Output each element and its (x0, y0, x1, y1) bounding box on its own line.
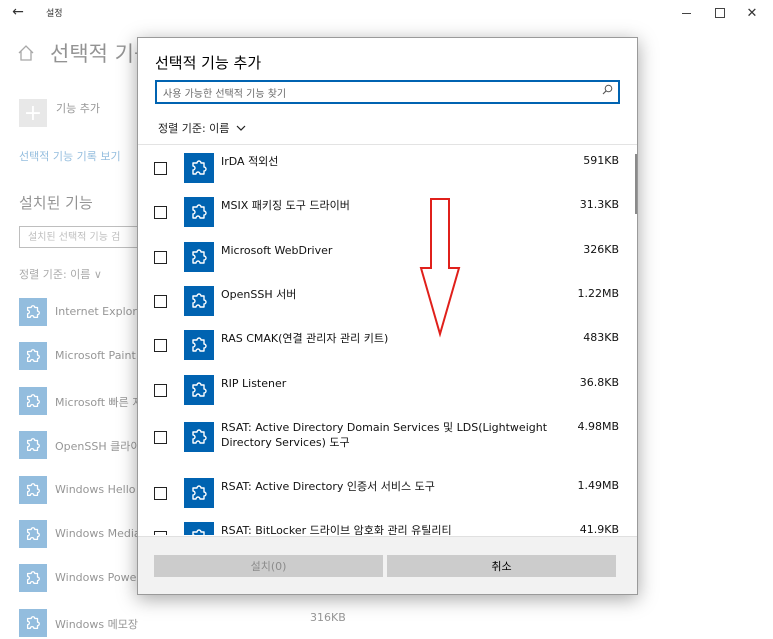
feature-checkbox[interactable] (154, 251, 167, 264)
feature-list-item[interactable]: IrDA 적외선 591KB (138, 153, 637, 185)
feature-list-item[interactable]: MSIX 패키징 도구 드라이버 31.3KB (138, 197, 637, 229)
close-button[interactable]: ✕ (730, 0, 773, 26)
install-button[interactable]: 설치(0) (154, 555, 383, 577)
feature-name: Microsoft WebDriver (221, 244, 333, 257)
feature-checkbox[interactable] (154, 487, 167, 500)
maximize-icon (715, 8, 725, 18)
feature-list[interactable]: IrDA 적외선 591KB MSIX 패키징 도구 드라이버 31.3KB Micro… (138, 144, 637, 535)
puzzle-icon (19, 520, 47, 548)
puzzle-icon (184, 330, 214, 360)
installed-item-label: Windows Hello (55, 482, 136, 496)
feature-size: 483KB (583, 331, 619, 344)
puzzle-icon (19, 298, 47, 326)
installed-list-item[interactable]: Microsoft 빠른 지 (19, 386, 143, 417)
feature-search-box[interactable] (155, 80, 620, 105)
feature-checkbox[interactable] (154, 339, 167, 352)
installed-list-item[interactable]: Microsoft Paint (19, 342, 139, 372)
feature-name: RSAT: Active Directory 인증서 서비스 도구 (221, 480, 435, 493)
installed-list-item[interactable]: OpenSSH 클라이 (19, 431, 141, 461)
installed-list-item[interactable]: Windows 메모장 (19, 608, 139, 639)
feature-list-item[interactable]: RIP Listener 36.8KB (138, 375, 637, 407)
sort-label: 정렬 기준: 이름 (158, 122, 230, 135)
installed-sort-dropdown[interactable]: 정렬 기준: 이름 ∨ (19, 266, 102, 282)
installed-item-label: OpenSSH 클라이 (55, 440, 141, 454)
feature-list-item[interactable]: Microsoft WebDriver 326KB (138, 242, 637, 274)
feature-checkbox[interactable] (154, 162, 167, 175)
puzzle-icon (19, 431, 47, 460)
feature-size: 1.49MB (577, 479, 619, 492)
puzzle-icon (184, 242, 214, 272)
puzzle-icon (184, 522, 214, 535)
feature-checkbox[interactable] (154, 431, 167, 444)
installed-features-heading: 설치된 기능 (19, 194, 93, 212)
feature-size: 591KB (583, 154, 619, 167)
feature-list-item[interactable]: RSAT: Active Directory Domain Services 및… (138, 419, 637, 467)
puzzle-icon (184, 197, 214, 227)
feature-checkbox[interactable] (154, 531, 167, 535)
puzzle-icon (184, 286, 214, 316)
search-icon[interactable] (602, 84, 613, 98)
installed-item-label: Windows Power (55, 571, 141, 585)
dialog-title: 선택적 기능 추가 (155, 54, 262, 72)
feature-name: MSIX 패키징 도구 드라이버 (221, 199, 350, 212)
feature-size: 1.22MB (577, 287, 619, 300)
dialog-footer: 설치(0) 취소 (138, 536, 637, 594)
feature-size: 41.9KB (579, 523, 619, 535)
feature-name: RIP Listener (221, 377, 287, 390)
feature-checkbox[interactable] (154, 384, 167, 397)
chevron-down-icon (233, 125, 246, 135)
feature-size: 4.98MB (577, 420, 619, 433)
puzzle-icon (19, 475, 47, 504)
puzzle-icon (19, 564, 47, 593)
sort-dropdown[interactable]: 정렬 기준: 이름 (158, 120, 246, 136)
installed-item-label: Windows 메모장 (55, 617, 138, 631)
installed-list-item[interactable]: Windows Media (19, 520, 141, 550)
feature-name: RSAT: Active Directory Domain Services 및… (221, 421, 548, 449)
installed-list-item[interactable]: Windows Hello (19, 475, 139, 506)
feature-name: OpenSSH 서버 (221, 288, 297, 301)
feature-size: 36.8KB (579, 376, 619, 389)
puzzle-icon (19, 608, 47, 637)
minimize-icon (681, 12, 691, 14)
feature-name: IrDA 적외선 (221, 155, 279, 168)
back-icon[interactable]: ← (8, 2, 28, 22)
feature-size: 326KB (583, 243, 619, 256)
feature-checkbox[interactable] (154, 206, 167, 219)
installed-item-label: Windows Media (55, 527, 141, 540)
feature-list-item[interactable]: RSAT: BitLocker 드라이브 암호화 관리 유틸리티 41.9KB (138, 522, 637, 535)
feature-list-item[interactable]: RAS CMAK(연결 관리자 관리 키트) 483KB (138, 330, 637, 362)
installed-item-label: Microsoft Paint (55, 349, 136, 363)
installed-item-label: Microsoft 빠른 지 (55, 395, 143, 409)
installed-list-item[interactable]: Internet Explore (19, 298, 143, 328)
red-down-arrow-annotation (419, 198, 461, 338)
cancel-button[interactable]: 취소 (387, 555, 616, 577)
puzzle-icon (19, 342, 47, 371)
add-feature-button[interactable]: 기능 추가 (56, 100, 100, 116)
scrollbar[interactable] (635, 154, 637, 214)
feature-list-item[interactable]: RSAT: Active Directory 인증서 서비스 도구 1.49MB (138, 478, 637, 510)
feature-name: RAS CMAK(연결 관리자 관리 키트) (221, 332, 389, 345)
installed-search-input[interactable]: 설치된 선택적 기능 검 (19, 226, 149, 248)
feature-search-input[interactable] (157, 84, 583, 105)
feature-size: 31.3KB (579, 198, 619, 211)
installed-list-item[interactable]: Windows Power (19, 564, 141, 594)
puzzle-icon (184, 153, 214, 183)
puzzle-icon (184, 478, 214, 508)
feature-name: RSAT: BitLocker 드라이브 암호화 관리 유틸리티 (221, 524, 452, 535)
puzzle-icon (19, 386, 47, 415)
close-icon: ✕ (746, 5, 758, 21)
add-feature-plus-icon[interactable]: + (19, 99, 47, 127)
installed-item-label: Internet Explore (55, 305, 144, 318)
feature-history-link[interactable]: 선택적 기능 기록 보기 (19, 148, 121, 164)
title-bar: ← 설정 ✕ (0, 0, 773, 26)
feature-list-item[interactable]: OpenSSH 서버 1.22MB (138, 286, 637, 318)
feature-checkbox[interactable] (154, 295, 167, 308)
add-feature-dialog: 선택적 기능 추가 정렬 기준: 이름 IrDA 적외선 591KB MSIX 패키… (137, 37, 638, 595)
window-title: 설정 (46, 9, 63, 19)
puzzle-icon (184, 422, 214, 452)
home-icon[interactable] (17, 44, 35, 62)
installed-item-size: 316KB (310, 611, 346, 624)
puzzle-icon (184, 375, 214, 405)
